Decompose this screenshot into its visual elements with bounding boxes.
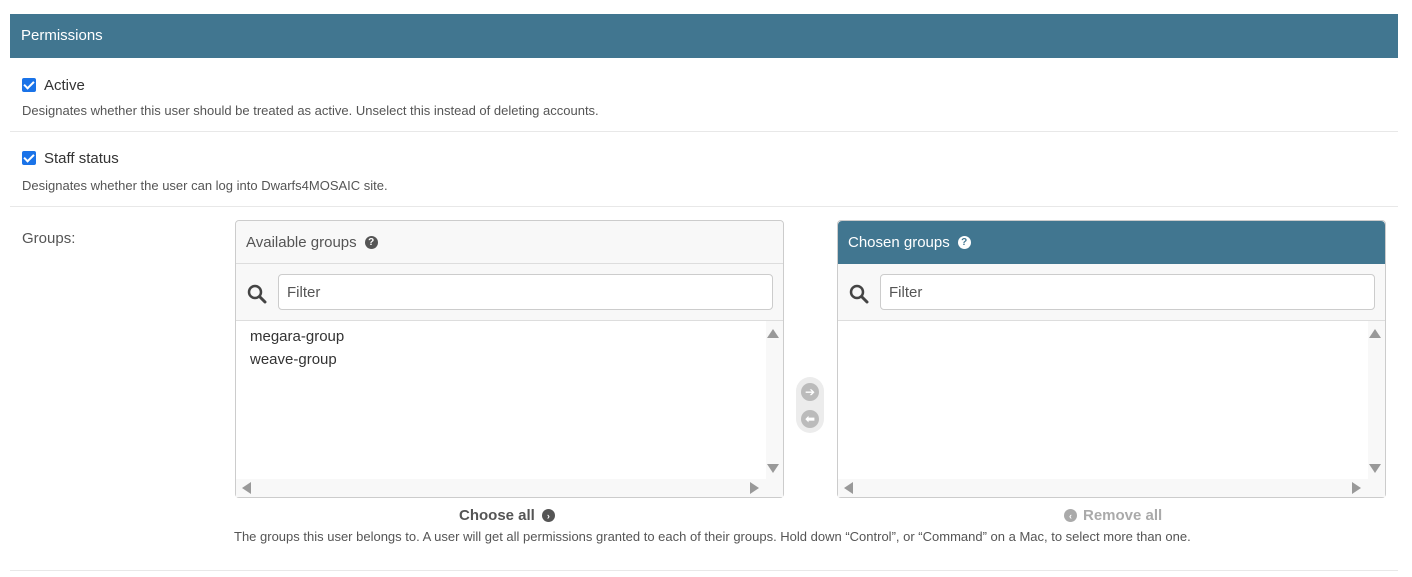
available-groups-title-text: Available groups [246,233,357,251]
search-icon [849,284,869,304]
horizontal-scrollbar[interactable] [236,479,783,497]
chosen-groups-title-text: Chosen groups [848,233,950,251]
scroll-up-icon[interactable] [767,329,779,338]
permissions-fieldset: Permissions Active Designates whether th… [10,14,1398,571]
chevron-right-circle-icon: › [541,509,555,522]
chosen-filter-row [838,264,1385,321]
scroll-right-icon[interactable] [1352,482,1361,494]
choose-all-button[interactable]: Choose all › [459,507,555,524]
scroll-down-icon[interactable] [1369,464,1381,473]
vertical-scrollbar[interactable] [1368,321,1385,479]
active-row: Active Designates whether this user shou… [10,58,1398,132]
chosen-groups-title: Chosen groups ? [838,221,1385,264]
choose-all-label: Choose all [459,507,535,524]
staff-checkbox[interactable] [22,151,36,165]
groups-label: Groups: [22,230,76,247]
scroll-down-icon[interactable] [767,464,779,473]
staff-label[interactable]: Staff status [44,150,119,167]
staff-row: Staff status Designates whether the user… [10,132,1398,207]
chosen-filter-input[interactable] [880,274,1375,310]
available-groups-list[interactable]: megara-group weave-group [236,321,783,497]
question-circle-icon[interactable]: ? [957,235,971,249]
selector-chooser: ➔ ⬅ [796,377,824,433]
scroll-left-icon[interactable] [844,482,853,494]
arrow-left-circle-icon[interactable]: ⬅ [801,410,819,428]
vertical-scrollbar[interactable] [766,321,783,479]
staff-help-text: Designates whether the user can log into… [22,178,388,193]
chosen-groups-list[interactable] [838,321,1385,497]
scroll-right-icon[interactable] [750,482,759,494]
search-icon [247,284,267,304]
groups-help-text: The groups this user belongs to. A user … [234,529,1191,544]
available-groups-box: Available groups ? megara-group weave-gr… [235,220,784,498]
horizontal-scrollbar[interactable] [838,479,1385,497]
active-checkbox[interactable] [22,78,36,92]
list-item[interactable]: weave-group [250,348,344,371]
active-help-text: Designates whether this user should be t… [22,103,599,118]
list-item[interactable]: megara-group [250,325,344,348]
scroll-up-icon[interactable] [1369,329,1381,338]
groups-row: Groups: Available groups ? megara-group … [10,207,1398,571]
question-circle-icon[interactable]: ? [364,235,378,249]
arrow-right-circle-icon[interactable]: ➔ [801,383,819,401]
chevron-left-circle-icon: ‹ [1064,509,1077,522]
available-filter-input[interactable] [278,274,773,310]
available-groups-title: Available groups ? [236,221,783,264]
remove-all-button[interactable]: ‹ Remove all [1064,507,1162,524]
section-title: Permissions [10,14,1398,58]
chosen-groups-box: Chosen groups ? [837,220,1386,498]
available-filter-row [236,264,783,321]
scroll-left-icon[interactable] [242,482,251,494]
remove-all-label: Remove all [1083,507,1163,524]
active-label[interactable]: Active [44,77,85,94]
